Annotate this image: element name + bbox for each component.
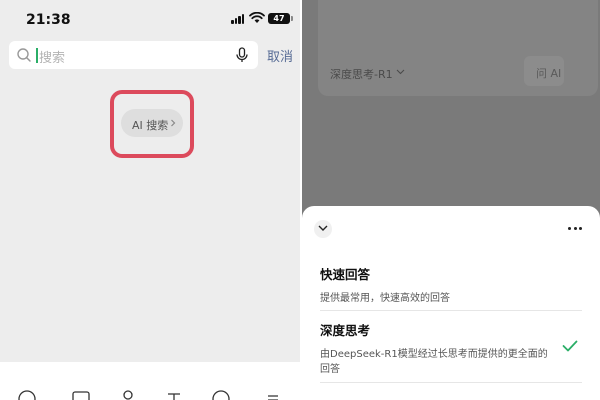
ask-ai-label: 问 AI xyxy=(536,67,562,80)
cellular-signal-icon xyxy=(231,14,245,24)
cancel-button[interactable]: 取消 xyxy=(267,46,293,65)
ai-search-label: AI 搜索 xyxy=(132,119,169,132)
model-select-sheet: 快速回答 提供最常用，快速高效的回答 深度思考 由DeepSeek-R1模型经过… xyxy=(302,206,600,400)
option-deep-thinking[interactable]: 深度思考 由DeepSeek-R1模型经过长思考而提供的更全面的回答 xyxy=(320,320,582,377)
search-placeholder: 搜索 xyxy=(39,51,66,66)
checkmark-icon xyxy=(562,340,578,352)
model-selector: 深度思考-R1 xyxy=(330,68,393,81)
ask-ai-button: 问 AI xyxy=(524,56,564,86)
chevron-down-icon xyxy=(318,225,328,231)
chevron-down-icon xyxy=(396,69,405,75)
menu-icon[interactable] xyxy=(264,388,282,400)
option-quick-answer[interactable]: 快速回答 提供最常用，快速高效的回答 xyxy=(320,264,582,306)
microphone-icon[interactable] xyxy=(234,47,250,63)
option-divider xyxy=(320,382,582,383)
option-description: 由DeepSeek-R1模型经过长思考而提供的更全面的回答 xyxy=(320,349,548,375)
option-title: 深度思考 xyxy=(320,323,371,338)
ai-search-button[interactable]: AI 搜索 xyxy=(121,109,183,137)
option-description: 提供最常用，快速高效的回答 xyxy=(320,293,450,304)
text-cursor xyxy=(36,48,38,63)
status-bar: 21:38 47 xyxy=(0,0,300,36)
collapse-button[interactable] xyxy=(314,220,332,238)
image-icon[interactable] xyxy=(72,388,90,400)
status-time: 21:38 xyxy=(26,12,71,28)
user-icon[interactable] xyxy=(119,388,137,400)
keyboard-toolbar xyxy=(0,362,300,400)
battery-icon: 47 xyxy=(268,13,293,24)
more-options-icon[interactable] xyxy=(568,227,584,231)
right-phone-screen: 深度思考-R1 问 AI 快速回答 提供最常用，快速高效的回答 深度思考 由De… xyxy=(302,0,600,400)
search-input[interactable]: 搜索 xyxy=(9,41,258,69)
text-icon[interactable] xyxy=(165,388,183,400)
clock-icon[interactable] xyxy=(212,388,230,400)
chevron-right-icon xyxy=(171,119,176,127)
left-phone-screen: 21:38 47 搜索 取消 AI 搜索 xyxy=(0,0,300,400)
search-icon xyxy=(17,48,31,62)
wifi-icon xyxy=(249,12,265,23)
option-divider xyxy=(320,310,582,311)
option-title: 快速回答 xyxy=(320,267,371,282)
emoji-icon[interactable] xyxy=(18,388,36,400)
